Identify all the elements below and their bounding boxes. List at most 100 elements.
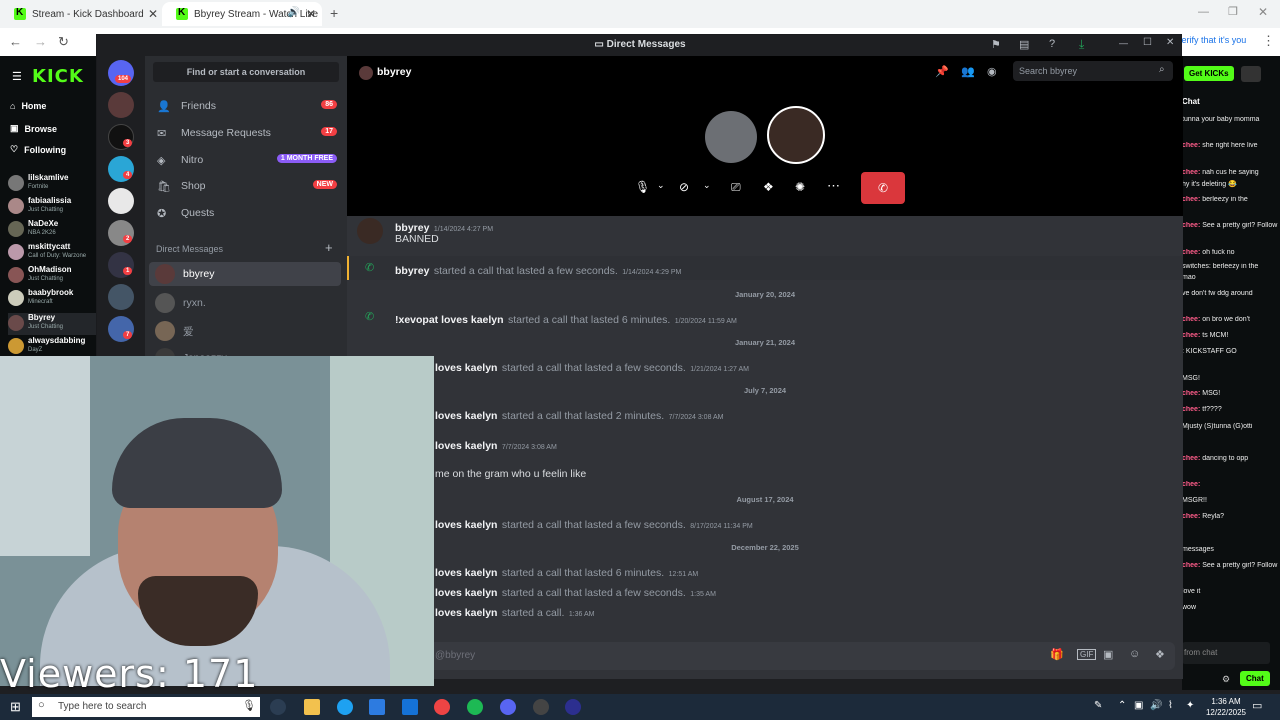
find-conversation-button[interactable]: Find or start a conversation: [153, 62, 339, 82]
profile-icon[interactable]: ◉: [987, 65, 997, 78]
app-icon[interactable]: [565, 699, 581, 715]
chat-username[interactable]: chee:: [1182, 222, 1200, 229]
kick-nav-following[interactable]: ♡ Following: [10, 144, 66, 155]
chevron-down-icon[interactable]: ⌄: [657, 180, 665, 191]
windows-start-icon[interactable]: ⊞: [10, 699, 21, 715]
create-dm-icon[interactable]: +: [325, 240, 333, 255]
discord-icon[interactable]: [500, 699, 516, 715]
gift-icon[interactable]: 🎁: [1050, 648, 1064, 661]
download-icon[interactable]: ⤓: [1079, 37, 1084, 52]
chat-input[interactable]: from chat: [1182, 642, 1270, 664]
activities-icon[interactable]: ❖: [763, 180, 774, 194]
kick-channel-item[interactable]: alwaysdabbing DayZ: [8, 336, 104, 358]
kick-channel-item[interactable]: OhMadison Just Chatting: [8, 265, 104, 287]
inbox-icon[interactable]: ▤: [1019, 38, 1029, 51]
server-icon[interactable]: [108, 92, 134, 118]
minimize-icon[interactable]: —: [1119, 38, 1128, 48]
kick-channel-item[interactable]: Bbyrey Just Chatting: [8, 313, 104, 335]
flag-icon[interactable]: ⚑: [991, 38, 1001, 51]
maximize-icon[interactable]: ☐: [1143, 37, 1152, 48]
kick-nav-home[interactable]: ⌂ Home: [10, 101, 46, 111]
chat-username[interactable]: chee:: [1182, 249, 1200, 256]
chat-username[interactable]: chee:: [1182, 332, 1200, 339]
emoji-icon[interactable]: ☺: [1129, 648, 1140, 660]
back-icon[interactable]: ←: [9, 34, 22, 49]
kick-channel-item[interactable]: lilskamlive Fortnite: [8, 173, 104, 195]
forward-icon[interactable]: →: [34, 34, 47, 49]
taskbar-clock[interactable]: 1:36 AM 12/22/2025: [1204, 696, 1248, 718]
chat-username[interactable]: chee:: [1182, 196, 1200, 203]
kick-channel-item[interactable]: NaDeXe NBA 2K26: [8, 219, 104, 241]
close-icon[interactable]: ✕: [1166, 37, 1174, 48]
close-tab-icon[interactable]: ✕: [306, 7, 316, 21]
call-participant-avatar[interactable]: [767, 106, 825, 164]
screen-share-icon[interactable]: ⎚: [731, 180, 741, 195]
tab-bbyrey-stream[interactable]: Bbyrey Stream - Watch Live 🔊 ✕: [162, 2, 322, 26]
soundboard-icon[interactable]: ✺: [795, 180, 805, 194]
tab-kick-dashboard[interactable]: Stream - Kick Dashboard ✕: [0, 2, 164, 26]
gif-icon[interactable]: GIF: [1077, 649, 1097, 660]
get-kicks-button[interactable]: Get KICKs: [1184, 66, 1234, 81]
close-tab-icon[interactable]: ✕: [148, 7, 158, 21]
message-input[interactable]: @bbyrey 🎁 GIF ▣ ☺ ❖: [355, 642, 1175, 670]
avatar[interactable]: [1241, 66, 1261, 82]
help-icon[interactable]: ?: [1049, 38, 1055, 50]
app-icon[interactable]: [533, 699, 549, 715]
mail-icon[interactable]: [402, 699, 418, 715]
browser-menu-icon[interactable]: ⋮: [1262, 33, 1275, 49]
chat-username[interactable]: chee:: [1182, 142, 1200, 149]
chat-username[interactable]: chee:: [1182, 481, 1200, 488]
kick-logo[interactable]: KICK: [32, 66, 84, 87]
language-icon[interactable]: ✦: [1186, 700, 1194, 711]
chevron-down-icon[interactable]: ⌄: [703, 180, 711, 191]
chat-username[interactable]: chee:: [1182, 406, 1200, 413]
nav-nitro[interactable]: ◈ Nitro 1 MONTH FREE: [153, 148, 341, 172]
add-friends-icon[interactable]: 👥: [961, 65, 975, 78]
dm-item[interactable]: 爱: [149, 319, 341, 343]
spotify-icon[interactable]: [467, 699, 483, 715]
mic-control[interactable]: 🎙 ⌄ ⊘ ⌄: [627, 174, 715, 204]
chrome-icon[interactable]: [434, 699, 450, 715]
chat-username[interactable]: chee:: [1182, 169, 1200, 176]
call-participant-avatar[interactable]: [705, 111, 757, 163]
edge-icon[interactable]: [337, 699, 353, 715]
search-input[interactable]: Search bbyrey: [1013, 61, 1173, 81]
taskbar-search-input[interactable]: Type here to search: [32, 697, 260, 717]
server-icon[interactable]: [108, 188, 134, 214]
settings-icon[interactable]: ⚙: [1222, 674, 1230, 685]
nav-friends[interactable]: 👤 Friends 86: [153, 94, 341, 118]
speaker-icon[interactable]: 🔊: [288, 7, 300, 18]
kick-channel-item[interactable]: baabybrook Minecraft: [8, 288, 104, 310]
file-explorer-icon[interactable]: [304, 699, 320, 715]
chat-username[interactable]: chee:: [1182, 455, 1200, 462]
notifications-icon[interactable]: ▭: [1252, 699, 1262, 712]
hamburger-menu-icon[interactable]: ☰: [12, 70, 22, 83]
chat-username[interactable]: chee:: [1182, 513, 1200, 520]
chat-username[interactable]: chee:: [1182, 390, 1200, 397]
chat-username[interactable]: chee:: [1182, 316, 1200, 323]
task-view-icon[interactable]: [270, 699, 286, 715]
microphone-icon[interactable]: 🎙: [242, 699, 256, 712]
nav-shop[interactable]: 🛍 Shop NEW: [153, 174, 341, 198]
network-icon[interactable]: ⌇: [1168, 700, 1173, 711]
apps-icon[interactable]: ❖: [1155, 648, 1165, 661]
verify-identity-link[interactable]: Verify that it's you: [1176, 35, 1246, 45]
maximize-icon[interactable]: ❐: [1228, 5, 1238, 18]
microphone-icon[interactable]: 🎙: [635, 180, 650, 194]
search-icon[interactable]: ⌕: [1159, 64, 1165, 75]
store-icon[interactable]: [369, 699, 385, 715]
camera-off-icon[interactable]: ⊘: [679, 180, 689, 194]
dm-item[interactable]: ryxn.: [149, 291, 341, 315]
hang-up-button[interactable]: ✆: [861, 172, 905, 204]
more-options-icon[interactable]: ⋯: [827, 178, 840, 194]
reload-icon[interactable]: ↻: [58, 34, 69, 50]
nav-quests[interactable]: ✪ Quests: [153, 201, 341, 225]
kick-nav-browse[interactable]: ▣ Browse: [10, 123, 57, 134]
chat-username[interactable]: chee:: [1182, 562, 1200, 569]
sticker-icon[interactable]: ▣: [1103, 648, 1113, 661]
pen-icon[interactable]: ✎: [1094, 700, 1102, 711]
minimize-icon[interactable]: —: [1198, 6, 1209, 18]
volume-icon[interactable]: 🔊: [1150, 700, 1162, 711]
nav-message-requests[interactable]: ✉ Message Requests 17: [153, 121, 341, 145]
kick-channel-item[interactable]: fabiaalissia Just Chatting: [8, 196, 104, 218]
